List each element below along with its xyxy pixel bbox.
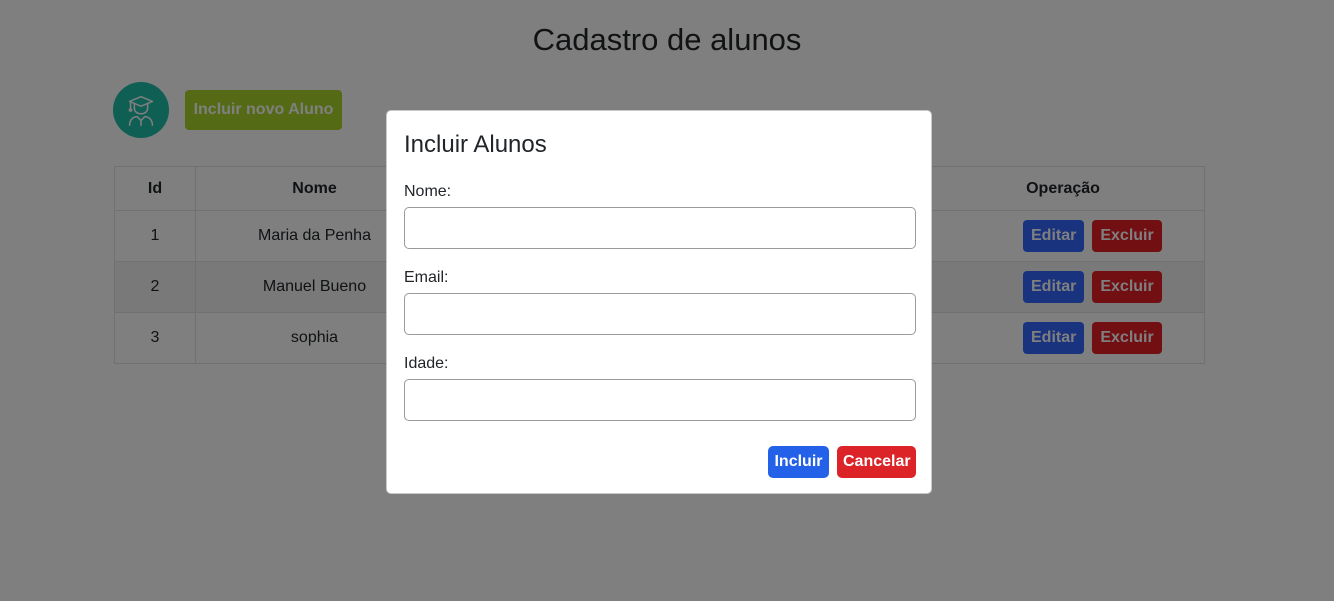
idade-input[interactable] [404, 379, 916, 421]
cancel-button[interactable]: Cancelar [837, 446, 916, 478]
nome-input[interactable] [404, 207, 916, 249]
nome-label: Nome: [404, 183, 452, 200]
email-input[interactable] [404, 293, 916, 335]
submit-button[interactable]: Incluir [768, 446, 829, 478]
add-student-dialog: Incluir Alunos Nome: Email: Idade: Inclu… [386, 110, 932, 494]
email-label: Email: [404, 269, 449, 286]
dialog-title: Incluir Alunos [404, 131, 547, 158]
idade-label: Idade: [404, 355, 449, 372]
